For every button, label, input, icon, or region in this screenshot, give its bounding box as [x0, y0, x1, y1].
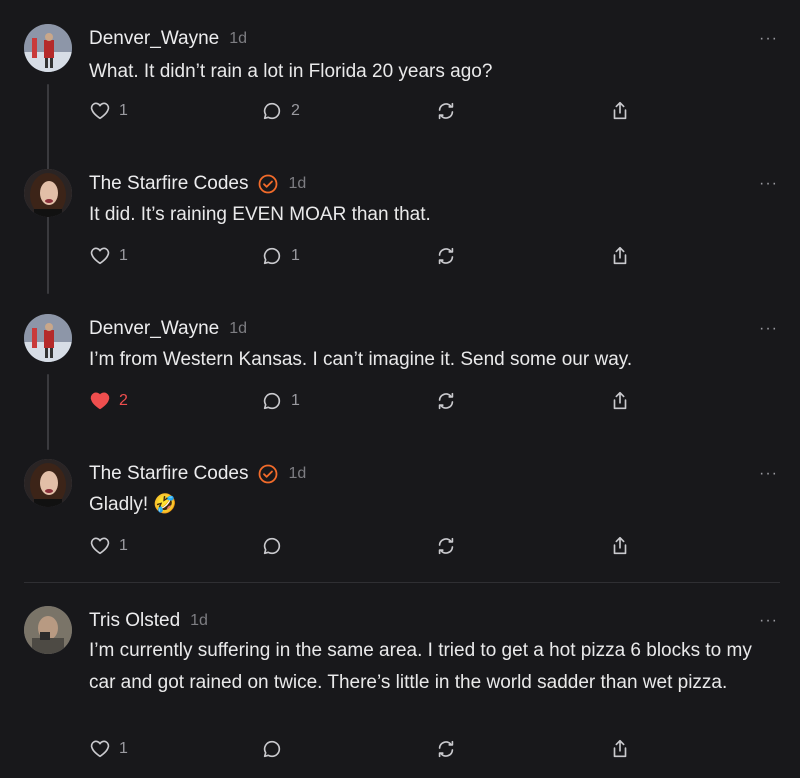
- reply-button[interactable]: [261, 738, 283, 760]
- like-count: 1: [119, 537, 128, 554]
- like-count: 1: [119, 102, 128, 119]
- heart-icon: [90, 247, 110, 265]
- verified-badge-icon: [259, 174, 278, 194]
- name-row: The Starfire Codes 1d: [89, 173, 306, 195]
- more-options-icon[interactable]: ···: [759, 321, 778, 337]
- author-name[interactable]: The Starfire Codes: [89, 173, 248, 195]
- comment-bubble-icon: [263, 740, 281, 758]
- like-count: 1: [119, 247, 128, 264]
- heart-icon: [90, 740, 110, 758]
- avatar[interactable]: [24, 169, 72, 217]
- comment-text: I’m currently suffering in the same area…: [89, 640, 752, 693]
- action-bar: 1 1: [89, 245, 649, 269]
- share-button[interactable]: [609, 535, 631, 557]
- restack-button[interactable]: [435, 100, 457, 122]
- like-count: 2: [119, 392, 128, 409]
- comment-text: What. It didn’t rain a lot in Florida 20…: [89, 61, 493, 82]
- restack-button[interactable]: [435, 738, 457, 760]
- avatar[interactable]: [24, 314, 72, 362]
- heart-icon: [90, 102, 110, 120]
- share-icon: [613, 739, 627, 758]
- restack-button[interactable]: [435, 245, 457, 267]
- like-button[interactable]: 1: [89, 535, 128, 557]
- restack-icon: [438, 102, 454, 120]
- share-icon: [613, 246, 627, 265]
- like-button[interactable]: 1: [89, 100, 128, 122]
- like-button[interactable]: 1: [89, 245, 128, 267]
- share-icon: [613, 536, 627, 555]
- action-bar: 1 2: [89, 100, 649, 124]
- verified-badge-icon: [259, 464, 278, 484]
- like-button[interactable]: 1: [89, 738, 128, 760]
- more-options-icon[interactable]: ···: [759, 466, 778, 482]
- reply-count: 2: [291, 102, 300, 119]
- restack-icon: [438, 537, 454, 555]
- comment-bubble-icon: [263, 537, 281, 555]
- timestamp[interactable]: 1d: [229, 30, 247, 48]
- comment-text: It did. It’s raining EVEN MOAR than that…: [89, 204, 431, 225]
- name-row: Denver_Wayne 1d: [89, 318, 247, 340]
- author-name[interactable]: Denver_Wayne: [89, 28, 219, 50]
- share-button[interactable]: [609, 390, 631, 412]
- restack-icon: [438, 740, 454, 758]
- author-name[interactable]: Tris Olsted: [89, 610, 180, 632]
- heart-filled-icon: [90, 392, 110, 410]
- more-options-icon[interactable]: ···: [759, 31, 778, 47]
- like-count: 1: [119, 740, 128, 757]
- reply-button[interactable]: [261, 535, 283, 557]
- avatar[interactable]: [24, 24, 72, 72]
- action-bar: 1: [89, 535, 649, 559]
- timestamp[interactable]: 1d: [288, 465, 306, 483]
- reply-count: 1: [291, 392, 300, 409]
- comment-text: I’m from Western Kansas. I can’t imagine…: [89, 349, 633, 370]
- name-row: Denver_Wayne 1d: [89, 28, 247, 50]
- thread-divider: [24, 582, 780, 583]
- comment-bubble-icon: [263, 392, 281, 410]
- timestamp[interactable]: 1d: [190, 612, 208, 630]
- more-options-icon[interactable]: ···: [759, 176, 778, 192]
- avatar[interactable]: [24, 606, 72, 654]
- reply-button[interactable]: 1: [261, 390, 300, 412]
- more-options-icon[interactable]: ···: [759, 613, 778, 629]
- restack-icon: [438, 247, 454, 265]
- avatar[interactable]: [24, 459, 72, 507]
- share-button[interactable]: [609, 245, 631, 267]
- action-bar: 1: [89, 738, 649, 762]
- timestamp[interactable]: 1d: [229, 320, 247, 338]
- reply-count: 1: [291, 247, 300, 264]
- thread-line: [47, 374, 49, 450]
- share-button[interactable]: [609, 100, 631, 122]
- action-bar: 2 1: [89, 390, 649, 414]
- restack-button[interactable]: [435, 535, 457, 557]
- reply-button[interactable]: 1: [261, 245, 300, 267]
- name-row: The Starfire Codes 1d: [89, 463, 306, 485]
- heart-icon: [90, 537, 110, 555]
- reply-button[interactable]: 2: [261, 100, 300, 122]
- comment-bubble-icon: [263, 247, 281, 265]
- like-button[interactable]: 2: [89, 390, 128, 412]
- comment-bubble-icon: [263, 102, 281, 120]
- name-row: Tris Olsted 1d: [89, 610, 208, 632]
- author-name[interactable]: The Starfire Codes: [89, 463, 248, 485]
- share-icon: [613, 391, 627, 410]
- comment-text: Gladly! 🤣: [89, 494, 178, 515]
- timestamp[interactable]: 1d: [288, 175, 306, 193]
- restack-icon: [438, 392, 454, 410]
- share-icon: [613, 101, 627, 120]
- share-button[interactable]: [609, 738, 631, 760]
- restack-button[interactable]: [435, 390, 457, 412]
- author-name[interactable]: Denver_Wayne: [89, 318, 219, 340]
